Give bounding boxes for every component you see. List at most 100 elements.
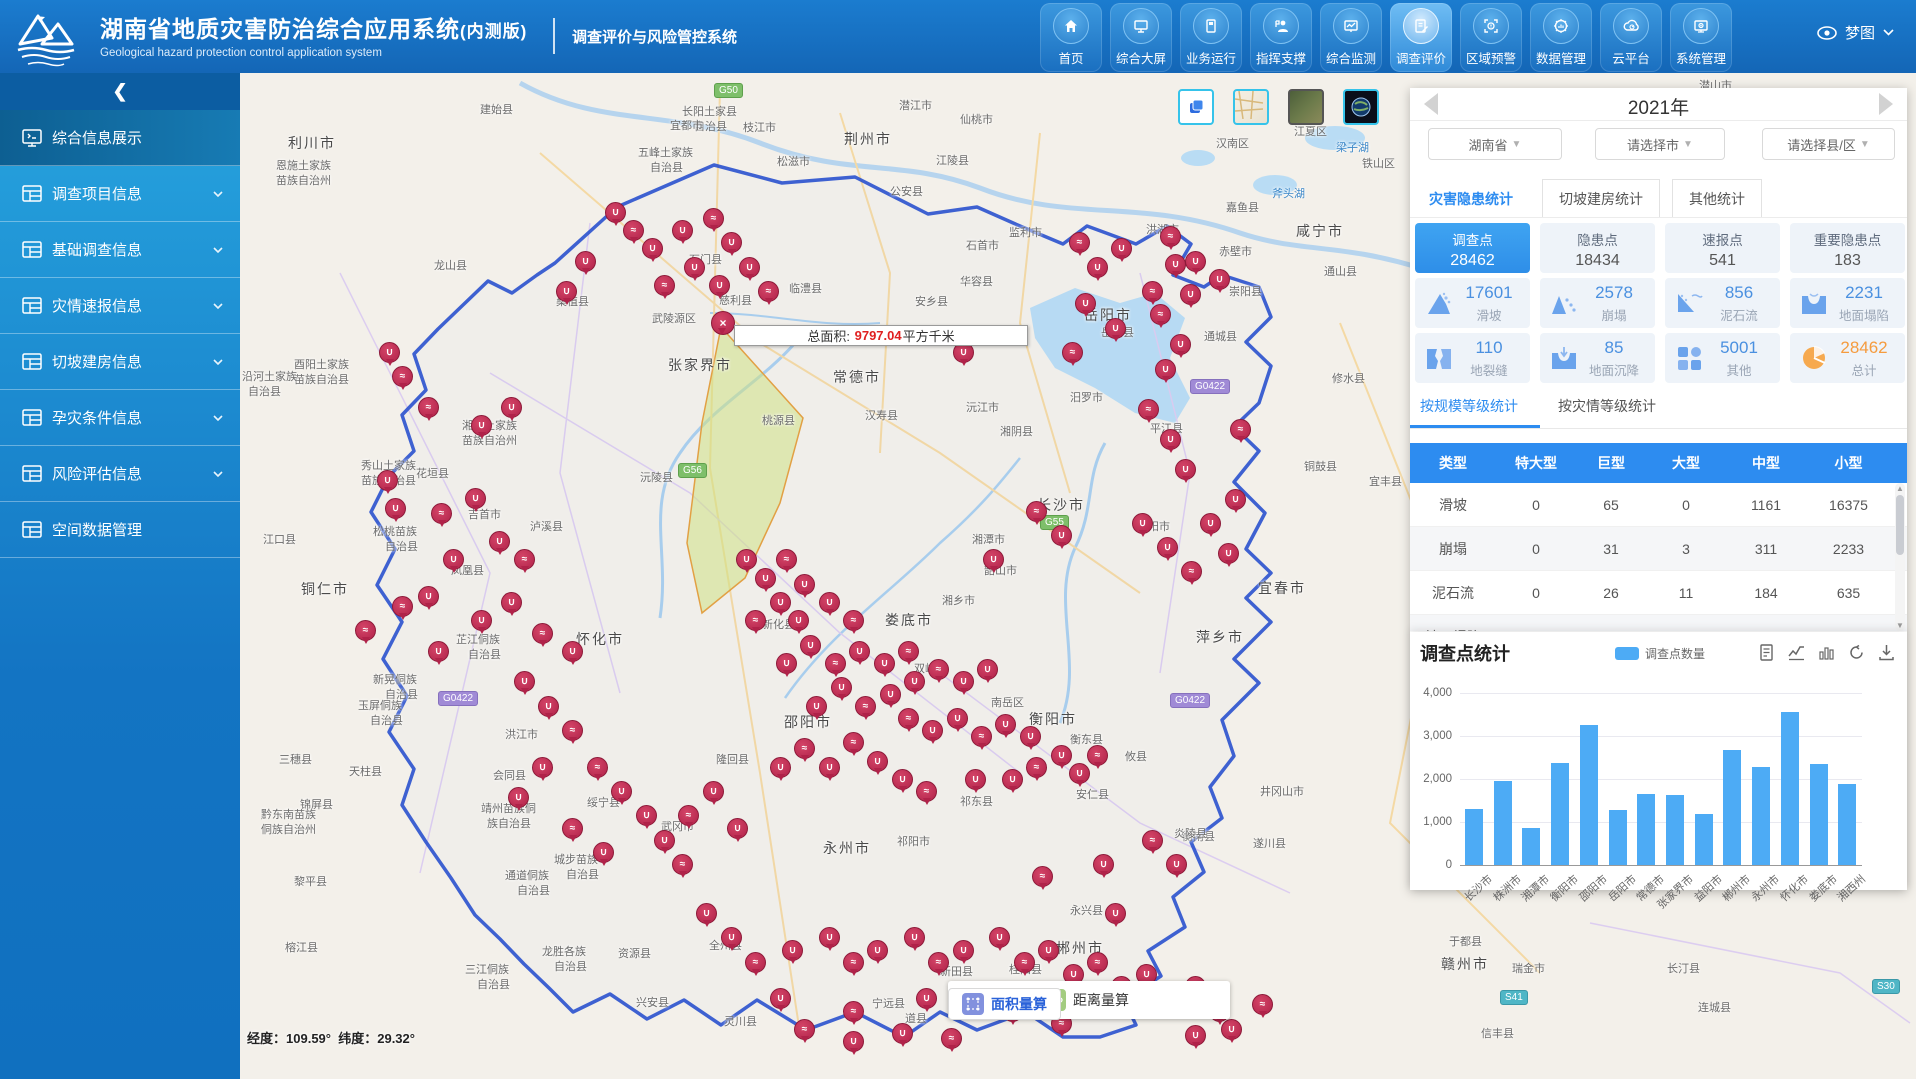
hazard-point-marker[interactable]: ∪ bbox=[916, 988, 937, 1009]
map-tool-面积量算[interactable]: 面积量算 bbox=[948, 988, 1061, 1020]
hazard-point-marker[interactable]: ∪ bbox=[709, 275, 730, 296]
bar-chart-icon[interactable] bbox=[1818, 644, 1835, 661]
hazard-point-marker[interactable]: ∪ bbox=[983, 549, 1004, 570]
hazard-point-marker[interactable]: ≈ bbox=[941, 1028, 962, 1049]
hazard-point-marker[interactable]: ≈ bbox=[672, 854, 693, 875]
hazard-point-marker[interactable]: ∪ bbox=[1165, 254, 1186, 275]
hazard-point-marker[interactable]: ∪ bbox=[843, 1031, 864, 1052]
hazard-point-marker[interactable]: ∪ bbox=[794, 574, 815, 595]
hazard-point-marker[interactable]: ∪ bbox=[1087, 257, 1108, 278]
stat-card-重要隐患点[interactable]: 重要隐患点183 bbox=[1790, 223, 1905, 273]
sidebar-item-切坡建房信息[interactable]: 切坡建房信息 bbox=[0, 334, 240, 390]
hazard-point-marker[interactable]: ∪ bbox=[892, 769, 913, 790]
table-row[interactable]: 崩塌03133112233 bbox=[1410, 527, 1907, 571]
region-select-1[interactable]: 请选择市▼ bbox=[1595, 128, 1725, 160]
hazard-point-marker[interactable]: ≈ bbox=[1230, 419, 1251, 440]
table-scrollbar[interactable]: ▲ ▼ bbox=[1895, 483, 1905, 631]
hazard-point-marker[interactable]: ∪ bbox=[418, 586, 439, 607]
hazard-point-marker[interactable]: ∪ bbox=[947, 708, 968, 729]
hazard-point-marker[interactable]: ∪ bbox=[904, 671, 925, 692]
stat-card-速报点[interactable]: 速报点541 bbox=[1665, 223, 1780, 273]
hazard-point-marker[interactable]: ∪ bbox=[1160, 429, 1181, 450]
hazard-point-marker[interactable]: ∪ bbox=[782, 940, 803, 961]
hazard-point-marker[interactable]: ∪ bbox=[1069, 763, 1090, 784]
hazard-point-marker[interactable]: ∪ bbox=[1105, 318, 1126, 339]
scroll-down-icon[interactable]: ▼ bbox=[1896, 621, 1904, 630]
hazard-point-marker[interactable]: ∪ bbox=[1111, 238, 1132, 259]
roadmap-basemap-thumbnail[interactable] bbox=[1233, 89, 1269, 125]
hazard-point-marker[interactable]: ∪ bbox=[1166, 854, 1187, 875]
nav-item-数据管理[interactable]: 数据管理 bbox=[1530, 3, 1592, 72]
hazard-point-marker[interactable]: ≈ bbox=[1252, 994, 1273, 1015]
hazard-point-marker[interactable]: ∪ bbox=[800, 635, 821, 656]
hazard-point-marker[interactable]: ∪ bbox=[1132, 513, 1153, 534]
hazard-point-marker[interactable]: ∪ bbox=[508, 787, 529, 808]
hazard-point-marker[interactable]: ∪ bbox=[684, 257, 705, 278]
hazard-point-marker[interactable]: ∪ bbox=[819, 757, 840, 778]
hazard-point-marker[interactable]: ∪ bbox=[995, 714, 1016, 735]
hazard-point-marker[interactable]: ∪ bbox=[739, 257, 760, 278]
hazard-point-marker[interactable]: ∪ bbox=[672, 220, 693, 241]
nav-item-综合大屏[interactable]: 综合大屏 bbox=[1110, 3, 1172, 72]
hazard-point-marker[interactable]: ≈ bbox=[745, 952, 766, 973]
table-row[interactable]: 泥石流02611184635 bbox=[1410, 571, 1907, 615]
nav-item-首页[interactable]: 首页 bbox=[1040, 3, 1102, 72]
hazard-point-marker[interactable]: ∪ bbox=[1185, 251, 1206, 272]
hazard-point-marker[interactable]: ≈ bbox=[562, 818, 583, 839]
hazard-point-marker[interactable]: ∪ bbox=[501, 397, 522, 418]
hazard-point-marker[interactable]: ∪ bbox=[514, 671, 535, 692]
hazard-point-marker[interactable]: ≈ bbox=[843, 610, 864, 631]
hazard-point-marker[interactable]: ∪ bbox=[806, 696, 827, 717]
hazard-point-marker[interactable]: ∪ bbox=[892, 1023, 913, 1044]
sidebar-item-灾情速报信息[interactable]: 灾情速报信息 bbox=[0, 278, 240, 334]
hazard-point-marker[interactable]: ∪ bbox=[1038, 940, 1059, 961]
tab-其他统计[interactable]: 其他统计 bbox=[1672, 179, 1762, 217]
data-view-icon[interactable] bbox=[1758, 644, 1775, 661]
tab-灾害隐患统计[interactable]: 灾害隐患统计 bbox=[1412, 179, 1530, 217]
hazard-point-marker[interactable]: ≈ bbox=[928, 952, 949, 973]
hazard-point-marker[interactable]: ≈ bbox=[1026, 501, 1047, 522]
hazard-point-marker[interactable]: ≈ bbox=[514, 549, 535, 570]
hazard-point-marker[interactable]: ≈ bbox=[794, 1019, 815, 1040]
hazard-point-marker[interactable]: ∪ bbox=[755, 568, 776, 589]
hazard-point-marker[interactable]: ∪ bbox=[1200, 513, 1221, 534]
hazard-point-marker[interactable]: ≈ bbox=[855, 696, 876, 717]
hazard-point-marker[interactable]: ∪ bbox=[1105, 903, 1126, 924]
hazard-point-marker[interactable]: ∪ bbox=[562, 641, 583, 662]
hazard-point-marker[interactable]: ≈ bbox=[843, 952, 864, 973]
hazard-point-marker[interactable]: ≈ bbox=[418, 397, 439, 418]
hazard-point-marker[interactable]: ∪ bbox=[721, 232, 742, 253]
hazard-point-marker[interactable]: ≈ bbox=[843, 732, 864, 753]
hazard-point-marker[interactable]: ∪ bbox=[1225, 489, 1246, 510]
nav-item-区域预警[interactable]: 区域预警 bbox=[1460, 3, 1522, 72]
hazard-point-marker[interactable]: ∪ bbox=[703, 781, 724, 802]
nav-item-综合监测[interactable]: 综合监测 bbox=[1320, 3, 1382, 72]
nav-item-云平台[interactable]: 云平台 bbox=[1600, 3, 1662, 72]
hazard-point-marker[interactable]: ∪ bbox=[556, 281, 577, 302]
scrollbar-thumb[interactable] bbox=[1896, 495, 1904, 555]
hazard-point-marker[interactable]: ∪ bbox=[819, 927, 840, 948]
line-chart-icon[interactable] bbox=[1788, 644, 1805, 661]
hazard-point-marker[interactable]: ∪ bbox=[867, 940, 888, 961]
chart-legend[interactable]: 调查点数量 bbox=[1615, 645, 1705, 662]
hazard-point-marker[interactable]: ∪ bbox=[904, 927, 925, 948]
hazard-point-marker[interactable]: ≈ bbox=[431, 503, 452, 524]
hazard-point-marker[interactable]: ≈ bbox=[916, 781, 937, 802]
hazard-point-marker[interactable]: ∪ bbox=[776, 653, 797, 674]
hazard-point-marker[interactable]: ≈ bbox=[532, 623, 553, 644]
hazard-point-marker[interactable]: ∪ bbox=[1175, 459, 1196, 480]
sidebar-item-综合信息展示[interactable]: 综合信息展示 bbox=[0, 110, 240, 166]
hazard-point-marker[interactable]: ≈ bbox=[1087, 745, 1108, 766]
hazard-point-marker[interactable]: ∪ bbox=[788, 610, 809, 631]
hazard-point-marker[interactable]: ∪ bbox=[1051, 745, 1072, 766]
sidebar-item-基础调查信息[interactable]: 基础调查信息 bbox=[0, 222, 240, 278]
hazard-point-marker[interactable]: ∪ bbox=[1218, 543, 1239, 564]
hazard-point-marker[interactable]: ≈ bbox=[794, 738, 815, 759]
hazard-point-marker[interactable]: ∪ bbox=[1020, 726, 1041, 747]
hazard-point-marker[interactable]: ≈ bbox=[1087, 952, 1108, 973]
nav-item-系统管理[interactable]: 系统管理 bbox=[1670, 3, 1732, 72]
hazard-point-marker[interactable]: ∪ bbox=[922, 720, 943, 741]
hazard-point-marker[interactable]: ≈ bbox=[776, 549, 797, 570]
hazard-point-marker[interactable]: ∪ bbox=[1209, 269, 1230, 290]
hazard-point-marker[interactable]: ≈ bbox=[898, 641, 919, 662]
